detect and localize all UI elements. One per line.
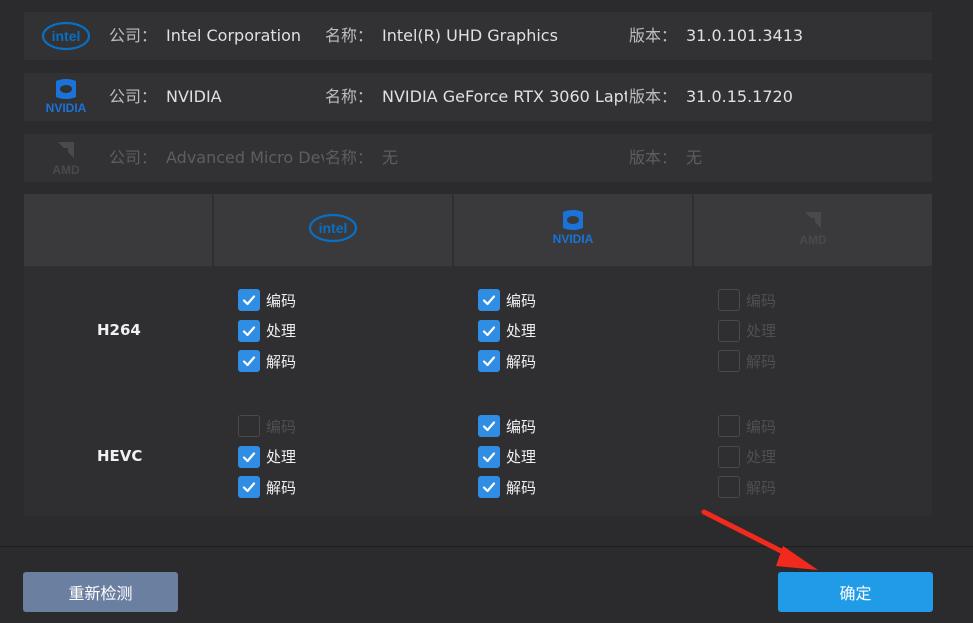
amd-logo-icon: AMD (788, 208, 838, 252)
checkbox-label: 编码 (506, 417, 537, 436)
checkbox-label: 编码 (266, 417, 297, 436)
checkbox-h264-nvidia-1[interactable]: 处理 (478, 319, 536, 343)
checkbox-h264-amd-2: 解码 (718, 349, 776, 373)
checkbox-label: 处理 (266, 322, 297, 340)
name-label: 名称： (325, 87, 374, 106)
name-label: 名称： (325, 26, 374, 45)
checkbox-checked-icon[interactable] (238, 350, 260, 372)
header-intel: intel (214, 194, 452, 266)
codec-label-h264: H264 (97, 321, 141, 339)
checkbox-label: 解码 (506, 478, 537, 497)
ok-button[interactable]: 确定 (778, 572, 933, 612)
checkbox-checked-icon[interactable] (478, 319, 500, 342)
svg-text:intel: intel (52, 28, 81, 44)
company-value: Intel Corporation (166, 26, 302, 45)
header-amd: AMD (694, 194, 932, 266)
checkbox-checked-icon[interactable] (478, 415, 500, 437)
version-label: 版本： (629, 26, 678, 45)
checkbox-checked-icon[interactable] (478, 289, 500, 311)
checkbox-label: 编码 (746, 417, 777, 436)
checkbox-label: 处理 (746, 322, 777, 340)
checkbox-hevc-nvidia-1[interactable]: 处理 (478, 445, 536, 469)
checkbox-label: 处理 (266, 448, 297, 466)
checkbox-label: 处理 (506, 448, 537, 466)
checkbox-h264-amd-1: 处理 (718, 319, 776, 343)
checkbox-checked-icon[interactable] (478, 350, 500, 372)
version-value: 31.0.15.1720 (686, 87, 793, 106)
checkbox-label: 处理 (746, 448, 777, 466)
checkbox-checked-icon[interactable] (238, 319, 260, 342)
checkbox-h264-nvidia-0[interactable]: 编码 (478, 288, 536, 312)
checkbox-label: 解码 (266, 478, 297, 497)
svg-text:intel: intel (319, 220, 348, 236)
checkbox-hevc-amd-0: 编码 (718, 414, 776, 438)
nvidia-logo-icon: NVIDIA (545, 208, 601, 252)
checkbox-hevc-amd-2: 解码 (718, 475, 776, 499)
header-nvidia: NVIDIA (454, 194, 692, 266)
checkbox-label: 解码 (746, 478, 777, 497)
nvidia-logo-icon: NVIDIA (38, 73, 94, 121)
checkbox-checked-icon[interactable] (238, 476, 260, 498)
name-value: NVIDIA GeForce RTX 3060 Lapt... (382, 87, 627, 106)
version-label: 版本： (629, 148, 678, 167)
amd-logo-icon: AMD (38, 134, 94, 182)
checkbox-hevc-intel-1[interactable]: 处理 (238, 445, 296, 469)
version-value: 31.0.101.3413 (686, 26, 804, 45)
company-label: 公司： (109, 26, 158, 45)
version-label: 版本： (629, 87, 678, 106)
checkbox-unchecked-icon (718, 445, 740, 468)
checkbox-checked-icon[interactable] (238, 289, 260, 311)
checkbox-h264-nvidia-2[interactable]: 解码 (478, 349, 536, 373)
codec-matrix: intel NVIDIA AMD H264 HEVC 编码 处理 解码 编码 处理 解码编… (24, 194, 932, 516)
name-label: 名称： (325, 148, 374, 167)
checkbox-hevc-intel-0: 编码 (238, 414, 296, 438)
checkbox-label: 解码 (266, 352, 297, 371)
svg-text:AMD: AMD (799, 233, 827, 247)
matrix-corner (24, 194, 212, 266)
name-value: Intel(R) UHD Graphics (382, 26, 558, 45)
name-value: 无 (382, 148, 399, 167)
checkbox-hevc-nvidia-0[interactable]: 编码 (478, 414, 536, 438)
checkbox-label: 处理 (506, 322, 537, 340)
checkbox-h264-intel-2[interactable]: 解码 (238, 349, 296, 373)
checkbox-hevc-intel-2[interactable]: 解码 (238, 475, 296, 499)
codec-label-hevc: HEVC (97, 447, 143, 465)
checkbox-unchecked-icon (718, 476, 740, 498)
company-label: 公司： (109, 148, 158, 167)
intel-logo-icon: intel (38, 12, 94, 60)
company-label: 公司： (109, 87, 158, 106)
svg-text:AMD: AMD (52, 163, 80, 177)
annotation-arrow-icon (701, 509, 818, 570)
gpu-row-intel: intel 公司： Intel Corporation 名称： Intel(R)… (24, 12, 932, 60)
recheck-button[interactable]: 重新检测 (23, 572, 178, 612)
checkbox-unchecked-icon (718, 350, 740, 372)
company-value: Advanced Micro Dev... (166, 148, 324, 167)
svg-text:NVIDIA: NVIDIA (553, 232, 594, 246)
company-value: NVIDIA (166, 87, 222, 106)
checkbox-label: 解码 (746, 352, 777, 371)
checkbox-label: 编码 (506, 291, 537, 310)
checkbox-hevc-amd-1: 处理 (718, 445, 776, 469)
checkbox-unchecked-icon (238, 415, 260, 437)
checkbox-label: 编码 (266, 291, 297, 310)
checkbox-unchecked-icon (718, 415, 740, 437)
intel-logo-icon: intel (308, 211, 358, 249)
checkbox-h264-intel-1[interactable]: 处理 (238, 319, 296, 343)
checkbox-hevc-nvidia-2[interactable]: 解码 (478, 475, 536, 499)
gpu-row-amd: AMD 公司： Advanced Micro Dev... 名称： 无 版本： … (24, 134, 932, 182)
checkbox-h264-amd-0: 编码 (718, 288, 776, 312)
checkbox-label: 编码 (746, 291, 777, 310)
checkbox-checked-icon[interactable] (478, 476, 500, 498)
checkbox-label: 解码 (506, 352, 537, 371)
matrix-header: intel NVIDIA AMD (24, 194, 932, 266)
checkbox-unchecked-icon (718, 319, 740, 342)
checkbox-checked-icon[interactable] (238, 445, 260, 468)
checkbox-unchecked-icon (718, 289, 740, 311)
checkbox-checked-icon[interactable] (478, 445, 500, 468)
checkbox-h264-intel-0[interactable]: 编码 (238, 288, 296, 312)
version-value: 无 (686, 148, 703, 167)
gpu-row-nvidia: NVIDIA 公司： NVIDIA 名称： NVIDIA GeForce RTX… (24, 73, 932, 121)
svg-text:NVIDIA: NVIDIA (46, 101, 87, 115)
